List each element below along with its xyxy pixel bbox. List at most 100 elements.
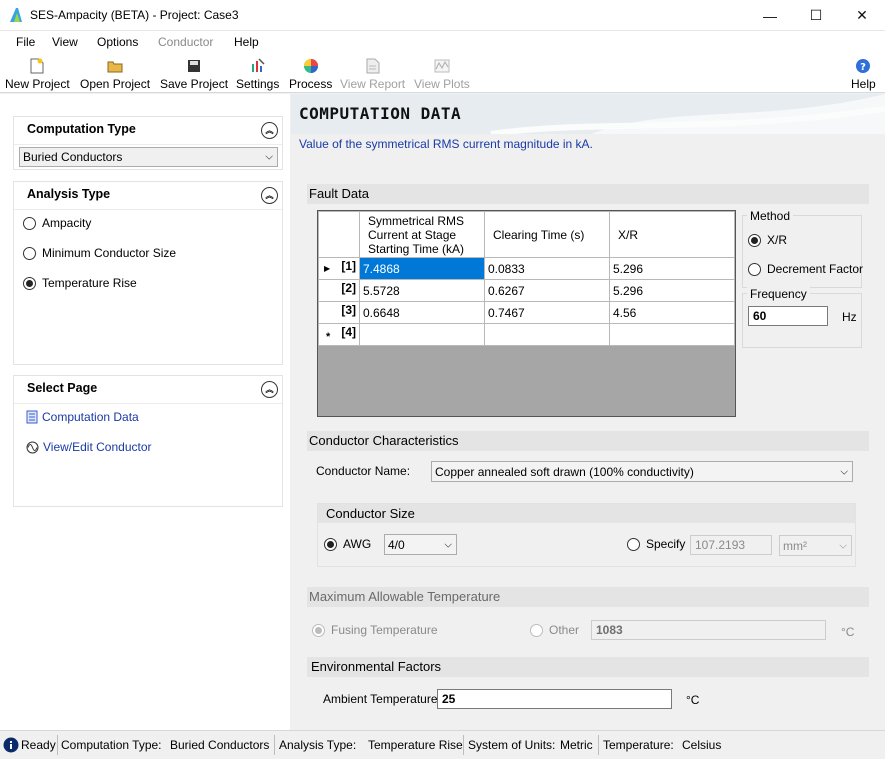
settings-label: Settings [236, 77, 280, 91]
plot-icon [434, 58, 450, 74]
document-icon [26, 410, 38, 424]
awg-value: 4/0 [388, 537, 405, 552]
radio-method-decrement-factor[interactable]: Decrement Factor [748, 262, 863, 276]
chevron-down-icon: ⌵ [265, 151, 273, 163]
col-header-clearing-time[interactable]: Clearing Time (s) [484, 211, 610, 258]
cell-clearing-time[interactable]: 0.0833 [484, 257, 610, 280]
collapse-chevron-icon[interactable]: ︽ [261, 187, 278, 204]
status-separator [274, 735, 275, 755]
max-temperature-header: Maximum Allowable Temperature [307, 587, 869, 607]
menu-help[interactable]: Help [234, 35, 259, 49]
specify-size-input[interactable]: 107.2193 [690, 535, 772, 555]
select-page-header: Select Page ︽ [14, 376, 282, 404]
process-globe-icon [303, 58, 319, 74]
view-report-label: View Report [340, 77, 406, 91]
new-file-icon [29, 58, 45, 74]
conductor-size-header: Conductor Size [318, 504, 855, 523]
conductor-name-label: Conductor Name: [316, 464, 411, 478]
status-bar: Ready Computation Type: Buried Conductor… [0, 730, 885, 759]
cell-current[interactable]: 0.6648 [359, 301, 485, 324]
report-icon [365, 58, 381, 74]
row-header[interactable]: [2] [318, 279, 360, 302]
row-pointer-icon: ▶ [324, 264, 331, 273]
radio-awg[interactable]: AWG [324, 537, 371, 551]
cell-current[interactable]: 5.5728 [359, 279, 485, 302]
row-header[interactable]: * [4] [318, 323, 360, 346]
col-header-current[interactable]: Symmetrical RMS Current at Stage Startin… [359, 211, 485, 258]
table-row: [2] 5.5728 0.6267 5.296 [318, 279, 735, 302]
size-unit-select[interactable]: mm² ⌵ [779, 535, 852, 556]
row-header[interactable]: ▶ [1] [318, 257, 360, 280]
radio-minimum-conductor-size[interactable]: Minimum Conductor Size [23, 246, 176, 260]
fault-data-grid[interactable]: Symmetrical RMS Current at Stage Startin… [317, 210, 736, 417]
computation-type-value: Buried Conductors [23, 150, 123, 164]
save-project-button[interactable]: Save Project [160, 55, 228, 91]
row-header[interactable]: [3] [318, 301, 360, 324]
window-title: SES-Ampacity (BETA) - Project: Case3 [30, 8, 239, 22]
method-label: Method [747, 209, 794, 223]
save-project-label: Save Project [160, 77, 229, 91]
process-button[interactable]: Process [289, 55, 332, 91]
method-groupbox [742, 215, 862, 288]
chevron-down-icon: ⌵ [444, 539, 452, 550]
table-header-row: Symmetrical RMS Current at Stage Startin… [318, 211, 735, 258]
svg-text:?: ? [860, 62, 866, 73]
frequency-label: Frequency [747, 287, 810, 301]
radio-specify[interactable]: Specify [627, 537, 685, 551]
help-button[interactable]: ? Help [851, 55, 876, 91]
new-project-label: New Project [5, 77, 70, 91]
radio-other-temperature[interactable]: Other [530, 623, 579, 637]
status-separator [57, 735, 58, 755]
cell-clearing-time[interactable]: 0.7467 [484, 301, 610, 324]
table-row: ▶ [1] 7.4868 0.0833 5.296 [318, 257, 735, 280]
page-banner: COMPUTATION DATA [291, 94, 885, 134]
table-row-new: * [4] [318, 323, 735, 346]
view-plots-button[interactable]: View Plots [414, 55, 470, 91]
radio-method-xr[interactable]: X/R [748, 233, 787, 247]
cell-clearing-time[interactable]: 0.6267 [484, 279, 610, 302]
radio-ampacity[interactable]: Ampacity [23, 216, 91, 230]
max-temperature-unit: °C [841, 625, 855, 639]
link-computation-data[interactable]: Computation Data [26, 410, 139, 424]
cell-xr[interactable]: 5.296 [609, 279, 735, 302]
conductor-characteristics-header: Conductor Characteristics [307, 431, 869, 451]
toolbar: New Project Open Project Save Project Se… [0, 53, 885, 93]
menu-file[interactable]: File [16, 35, 35, 49]
radio-fusing-temperature[interactable]: Fusing Temperature [312, 623, 438, 637]
cell-xr[interactable]: 4.56 [609, 301, 735, 324]
cell-current[interactable]: 7.4868 [359, 257, 485, 280]
settings-button[interactable]: Settings [236, 55, 279, 91]
row-header-corner [318, 211, 360, 258]
collapse-chevron-icon[interactable]: ︽ [261, 381, 278, 398]
chevron-down-icon: ⌵ [839, 540, 847, 551]
computation-type-select[interactable]: Buried Conductors ⌵ [19, 147, 278, 167]
chevron-down-icon: ⌵ [840, 466, 848, 477]
view-report-button[interactable]: View Report [340, 55, 405, 91]
other-temperature-input[interactable]: 1083 [591, 620, 826, 640]
status-separator [463, 735, 464, 755]
new-project-button[interactable]: New Project [5, 55, 70, 91]
settings-tools-icon [250, 58, 266, 74]
link-view-edit-conductor[interactable]: View/Edit Conductor [26, 440, 152, 454]
frequency-input[interactable]: 60 [748, 306, 828, 326]
open-project-button[interactable]: Open Project [80, 55, 150, 91]
cell-current[interactable] [359, 323, 485, 346]
menu-options[interactable]: Options [97, 35, 138, 49]
awg-select[interactable]: 4/0 ⌵ [384, 534, 457, 555]
radio-temperature-rise[interactable]: Temperature Rise [23, 276, 137, 290]
col-header-xr[interactable]: X/R [609, 211, 735, 258]
close-button[interactable]: ✕ [839, 0, 885, 31]
maximize-button[interactable]: ☐ [793, 0, 839, 31]
menu-view[interactable]: View [52, 35, 78, 49]
cell-xr[interactable]: 5.296 [609, 257, 735, 280]
ambient-temperature-input[interactable]: 25 [437, 689, 672, 709]
open-folder-icon [107, 58, 123, 74]
conductor-name-select[interactable]: Copper annealed soft drawn (100% conduct… [431, 461, 853, 482]
cell-xr[interactable] [609, 323, 735, 346]
minimize-button[interactable]: — [747, 0, 793, 31]
new-row-asterisk-icon: * [326, 331, 331, 343]
cell-clearing-time[interactable] [484, 323, 610, 346]
view-plots-label: View Plots [414, 77, 470, 91]
collapse-chevron-icon[interactable]: ︽ [261, 122, 278, 139]
menu-conductor[interactable]: Conductor [158, 35, 213, 49]
